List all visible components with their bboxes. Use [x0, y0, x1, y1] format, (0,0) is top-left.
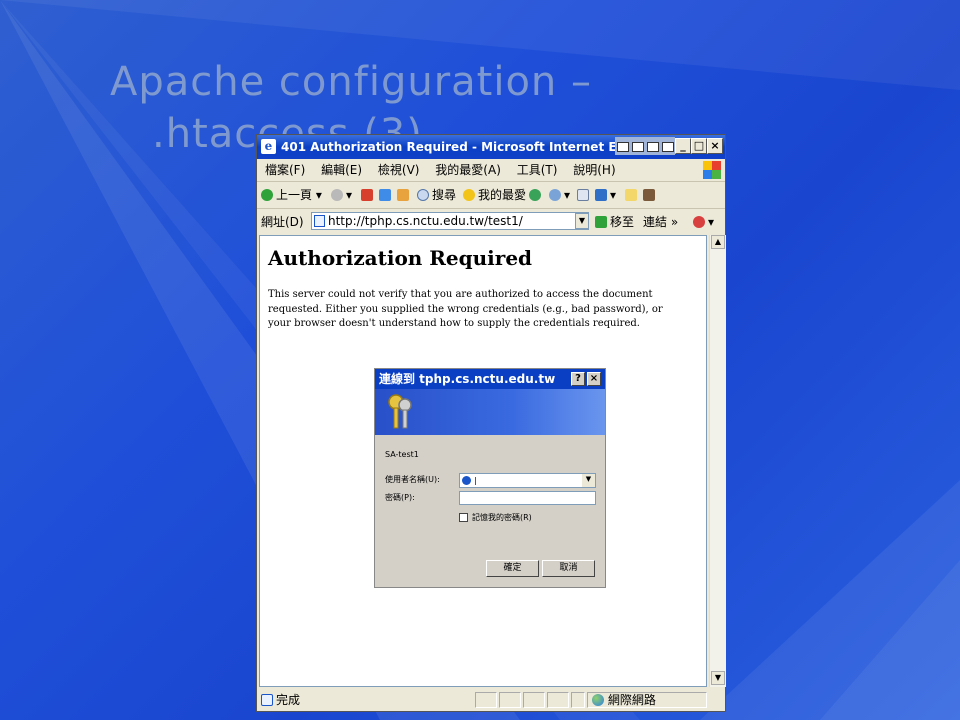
- status-cell-2: [499, 692, 521, 708]
- login-dialog: 連線到 tphp.cs.nctu.edu.tw ? × SA-test1 使用者…: [374, 368, 606, 588]
- menu-bar: 檔案(F) 編輯(E) 檢視(V) 我的最愛(A) 工具(T) 說明(H): [257, 159, 725, 182]
- username-dropdown-button[interactable]: ▼: [582, 474, 595, 487]
- page-icon: [314, 215, 325, 227]
- discuss-icon: [625, 189, 637, 201]
- page-heading: Authorization Required: [268, 246, 533, 270]
- address-dropdown-button[interactable]: ▼: [575, 213, 589, 229]
- username-label: 使用者名稱(U):: [385, 475, 440, 484]
- refresh-icon: [379, 189, 391, 201]
- back-button[interactable]: 上一頁 ▾: [261, 182, 322, 208]
- stop-button[interactable]: [361, 182, 376, 208]
- media-button[interactable]: [529, 182, 544, 208]
- user-icon: [462, 476, 471, 485]
- menu-favorites[interactable]: 我的最愛(A): [435, 163, 501, 177]
- remember-password-label: 記憶我的密碼(R): [472, 513, 532, 522]
- mail-icon: [577, 189, 589, 201]
- page-body-text: This server could not verify that you ar…: [268, 289, 663, 329]
- address-input[interactable]: http://tphp.cs.nctu.edu.tw/test1/: [311, 212, 589, 230]
- remember-password-checkbox[interactable]: [459, 513, 468, 522]
- status-zone-text: 網際網路: [607, 693, 656, 707]
- media-icon: [529, 189, 541, 201]
- address-url: http://tphp.cs.nctu.edu.tw/test1/: [328, 214, 523, 228]
- realm-text: SA-test1: [385, 450, 419, 459]
- menu-tools[interactable]: 工具(T): [517, 163, 558, 177]
- vertical-scrollbar[interactable]: ▲ ▼: [709, 235, 726, 687]
- status-cell-1: [475, 692, 497, 708]
- username-field[interactable]: |: [459, 473, 596, 488]
- ok-button[interactable]: 確定: [486, 560, 539, 577]
- mail-button[interactable]: [577, 182, 592, 208]
- back-arrow-icon: [261, 189, 273, 201]
- password-label: 密碼(P):: [385, 493, 415, 502]
- back-label: 上一頁: [276, 188, 313, 202]
- discuss-button[interactable]: [625, 182, 640, 208]
- addon-icon: [693, 216, 705, 228]
- dialog-title: 連線到 tphp.cs.nctu.edu.tw: [379, 372, 556, 386]
- password-field[interactable]: [459, 491, 596, 505]
- window-title: 401 Authorization Required - Microsoft I…: [281, 140, 666, 154]
- ie-logo-icon: e: [261, 139, 276, 154]
- go-label: 移至: [610, 215, 635, 229]
- menu-view[interactable]: 檢視(V): [378, 163, 420, 177]
- address-bar: 網址(D) http://tphp.cs.nctu.edu.tw/test1/ …: [257, 209, 725, 235]
- links-button[interactable]: 連結 »: [643, 209, 678, 235]
- browser-window: e 401 Authorization Required - Microsoft…: [256, 134, 726, 712]
- windows-logo-icon: [703, 161, 721, 179]
- minimize-button[interactable]: _: [675, 138, 691, 154]
- keys-icon: [388, 394, 412, 429]
- addon-button[interactable]: ▾: [693, 209, 714, 235]
- search-button[interactable]: 搜尋: [417, 182, 456, 208]
- dialog-banner: [375, 389, 605, 435]
- username-value: |: [474, 476, 477, 485]
- status-bar: 完成 網際網路: [257, 689, 725, 711]
- messenger-button[interactable]: [643, 182, 658, 208]
- star-icon: [463, 189, 475, 201]
- status-text: 完成: [276, 693, 301, 707]
- messenger-icon: [643, 189, 655, 201]
- forward-button[interactable]: ▾: [331, 182, 352, 208]
- status-cell-4: [547, 692, 569, 708]
- forward-arrow-icon: [331, 189, 343, 201]
- maximize-button[interactable]: □: [691, 138, 707, 154]
- scroll-up-button[interactable]: ▲: [711, 235, 725, 249]
- window-titlebar[interactable]: e 401 Authorization Required - Microsoft…: [257, 135, 725, 159]
- taskbar-overlay-icon: [615, 137, 675, 155]
- home-icon: [397, 189, 409, 201]
- address-label: 網址(D): [261, 215, 304, 229]
- scroll-down-button[interactable]: ▼: [711, 671, 725, 685]
- search-label: 搜尋: [432, 188, 457, 202]
- slide-title-line1: Apache configuration –: [110, 59, 592, 105]
- toolbar: 上一頁 ▾ ▾ 搜尋 我的最愛 ▾ ▾: [257, 182, 725, 209]
- word-edit-icon: [595, 189, 607, 201]
- links-label: 連結: [643, 215, 668, 229]
- stop-icon: [361, 189, 373, 201]
- history-icon: [549, 189, 561, 201]
- edit-button[interactable]: ▾: [595, 182, 616, 208]
- search-icon: [417, 189, 429, 201]
- status-zone: 網際網路: [587, 692, 707, 708]
- favorites-button[interactable]: 我的最愛: [463, 182, 526, 208]
- menu-help[interactable]: 說明(H): [573, 163, 615, 177]
- menu-edit[interactable]: 編輯(E): [321, 163, 362, 177]
- help-button[interactable]: ?: [571, 372, 585, 386]
- close-window-button[interactable]: ×: [707, 138, 723, 154]
- internet-globe-icon: [592, 694, 604, 706]
- page-content: Authorization Required This server could…: [259, 235, 707, 687]
- status-cell-5: [571, 692, 585, 708]
- go-button[interactable]: 移至: [595, 209, 634, 235]
- go-arrow-icon: [595, 216, 607, 228]
- status-left: 完成: [261, 689, 300, 711]
- dialog-close-button[interactable]: ×: [587, 372, 601, 386]
- home-button[interactable]: [397, 182, 412, 208]
- history-button[interactable]: ▾: [549, 182, 570, 208]
- page-done-icon: [261, 694, 273, 706]
- favorites-label: 我的最愛: [478, 188, 527, 202]
- status-cell-3: [523, 692, 545, 708]
- cancel-button[interactable]: 取消: [542, 560, 595, 577]
- menu-file[interactable]: 檔案(F): [265, 163, 305, 177]
- refresh-button[interactable]: [379, 182, 394, 208]
